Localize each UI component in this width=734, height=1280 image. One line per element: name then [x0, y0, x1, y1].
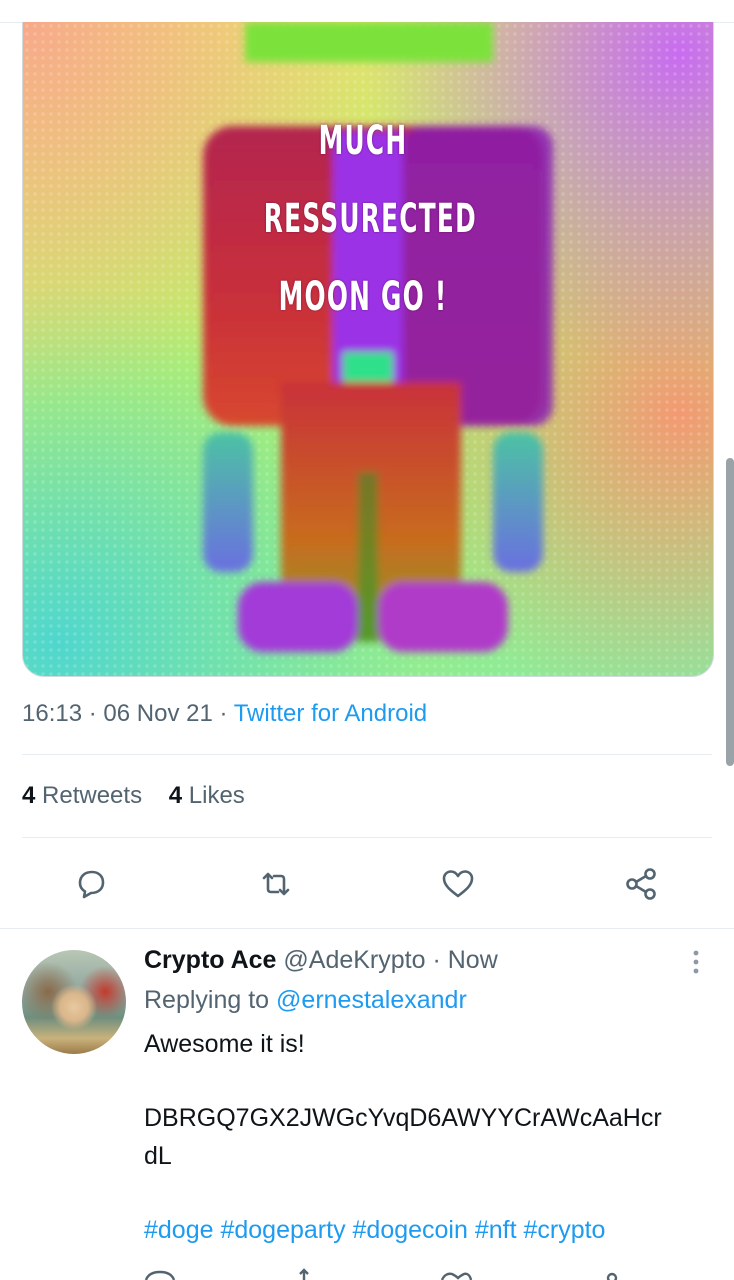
hashtags[interactable]: #doge #dogeparty #dogecoin #nft #crypto: [144, 1216, 605, 1245]
meme-line-3: MOON GO !: [278, 274, 448, 320]
likes-count: 4: [168, 782, 183, 809]
scrollbar[interactable]: [726, 458, 734, 766]
reply-text-line: DBRGQ7GX2JWGcYvqD6AWYYCrAWcAaHcr: [144, 1104, 662, 1132]
retweets-label: Retweets: [42, 782, 143, 809]
reply-icon: [78, 870, 105, 899]
more-options-button[interactable]: [690, 948, 702, 978]
like-button[interactable]: [438, 864, 478, 904]
likes-label: Likes: [188, 782, 245, 809]
likes-stat[interactable]: 4 Likes: [169, 782, 245, 809]
meme-line-1: MUCH: [318, 118, 408, 164]
replying-prefix: Replying to: [144, 986, 270, 1014]
meme-line-2: RESSURECTED: [263, 196, 477, 242]
tweet-action-bar: [0, 858, 734, 910]
replying-mention-link[interactable]: @ernestalexandr: [276, 986, 467, 1014]
reply-button[interactable]: [71, 864, 111, 904]
partial-action-icons: [144, 1268, 618, 1280]
meta-separator: ·: [219, 700, 228, 727]
replying-to: Replying to @ernestalexandr: [144, 986, 467, 1015]
retweets-stat[interactable]: 4 Retweets: [22, 782, 142, 809]
reply-text-line: Awesome it is!: [144, 1030, 305, 1058]
author-name[interactable]: Crypto Ace: [144, 946, 276, 974]
retweet-button[interactable]: [256, 864, 296, 904]
tweet-date: 06 Nov 21: [103, 700, 213, 727]
tweet-source-link[interactable]: Twitter for Android: [234, 700, 427, 727]
like-icon: [442, 870, 474, 898]
share-button[interactable]: [622, 864, 662, 904]
more-vertical-icon: [693, 950, 699, 974]
divider: [22, 754, 712, 755]
header-separator: ·: [432, 946, 441, 974]
tweet-stats: 4 Retweets 4 Likes: [22, 782, 245, 810]
meme-caption: MUCH RESSURECTED MOON GO !: [263, 102, 477, 336]
avatar[interactable]: [22, 950, 126, 1054]
retweets-count: 4: [22, 782, 36, 809]
meta-separator: ·: [88, 700, 97, 727]
reply-action-bar-partial: [0, 1266, 734, 1280]
tweet-meta: 16:13 · 06 Nov 21 · Twitter for Android: [22, 700, 427, 728]
tweet-time: 16:13: [22, 700, 83, 727]
divider: [22, 837, 712, 838]
section-divider: [0, 928, 734, 929]
reply-header: Crypto Ace @AdeKrypto · Now: [144, 946, 498, 975]
reply-time: Now: [447, 946, 498, 974]
reply-text-line: dL: [144, 1142, 172, 1170]
author-handle[interactable]: @AdeKrypto: [283, 946, 425, 974]
tweet-media-image[interactable]: MUCH RESSURECTED MOON GO !: [22, 22, 714, 677]
retweet-icon: [262, 872, 290, 896]
top-divider: [0, 0, 734, 23]
share-icon: [626, 868, 656, 900]
